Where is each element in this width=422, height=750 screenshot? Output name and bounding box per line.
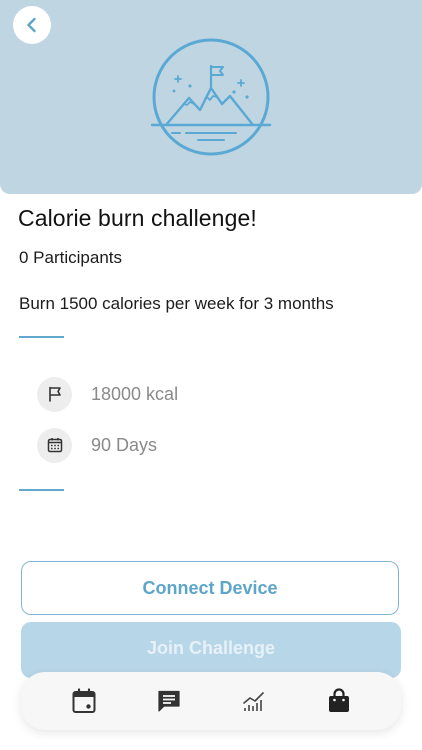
challenge-title: Calorie burn challenge! [18, 205, 257, 231]
connect-device-button[interactable]: Connect Device [21, 561, 399, 615]
divider-bottom [19, 489, 64, 491]
tab-stats[interactable] [234, 681, 274, 721]
calendar-icon [72, 688, 95, 713]
duration-stat: 90 Days [37, 427, 157, 463]
tab-chat[interactable] [149, 681, 189, 721]
goal-value: 18000 kcal [91, 383, 179, 404]
duration-value: 90 Days [91, 434, 158, 455]
tab-shop[interactable] [319, 681, 359, 721]
bottom-tab-bar [21, 672, 401, 730]
tab-calendar[interactable] [64, 681, 104, 721]
shopping-bag-icon [328, 688, 349, 712]
flag-icon [48, 386, 61, 402]
challenge-hero [0, 0, 422, 194]
chart-icon [242, 692, 264, 711]
challenge-description: Burn 1500 calories per week for 3 months [19, 294, 334, 313]
join-challenge-button[interactable]: Join Challenge [21, 622, 401, 678]
calendar-icon [47, 438, 62, 453]
calendar-icon-badge [37, 427, 72, 463]
chevron-left-icon [27, 17, 36, 33]
goal-stat: 18000 kcal [37, 376, 178, 412]
mountain-flag-icon [150, 38, 272, 156]
flag-icon-badge [37, 376, 72, 412]
participants-count: 0 Participants [19, 248, 122, 267]
back-button[interactable] [13, 6, 51, 44]
chat-icon [157, 690, 180, 712]
divider-top [19, 336, 64, 338]
